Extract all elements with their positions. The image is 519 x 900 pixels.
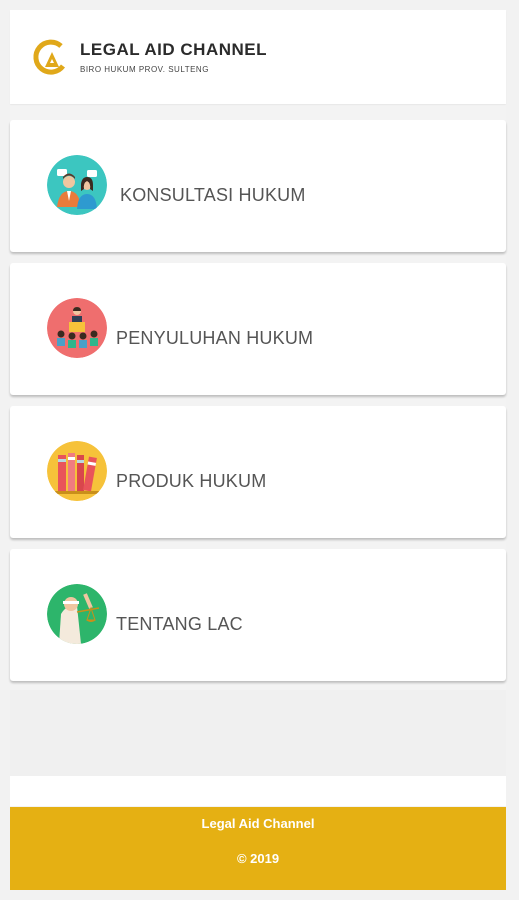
- content-spacer: [10, 690, 506, 776]
- menu-item-tentang[interactable]: TENTANG LAC: [10, 549, 506, 681]
- footer: Legal Aid Channel © 2019: [10, 807, 506, 890]
- app-subtitle: BIRO HUKUM PROV. SULTENG: [80, 65, 209, 74]
- menu-item-produk[interactable]: PRODUK HUKUM: [10, 406, 506, 538]
- triangle-c-logo-icon: [33, 39, 66, 75]
- app-title: LEGAL AID CHANNEL: [80, 40, 267, 59]
- books-icon: [47, 441, 107, 501]
- app-header: LEGAL AID CHANNEL BIRO HUKUM PROV. SULTE…: [10, 10, 506, 104]
- footer-app-name: Legal Aid Channel: [201, 816, 315, 831]
- consultation-icon: [47, 155, 107, 215]
- menu-label-produk: PRODUK HUKUM: [116, 471, 267, 491]
- menu-label-konsultasi: KONSULTASI HUKUM: [120, 185, 306, 205]
- app-frame: LEGAL AID CHANNEL BIRO HUKUM PROV. SULTE…: [10, 10, 506, 890]
- menu-label-tentang: TENTANG LAC: [116, 614, 243, 634]
- menu-label-penyuluhan: PENYULUHAN HUKUM: [116, 328, 314, 348]
- menu-item-penyuluhan[interactable]: PENYULUHAN HUKUM: [10, 263, 506, 395]
- bottom-strip: [10, 776, 506, 806]
- counseling-icon: [47, 298, 107, 358]
- footer-copyright: © 2019: [236, 851, 280, 866]
- menu-item-konsultasi[interactable]: KONSULTASI HUKUM: [10, 120, 506, 252]
- justice-icon: [47, 584, 107, 644]
